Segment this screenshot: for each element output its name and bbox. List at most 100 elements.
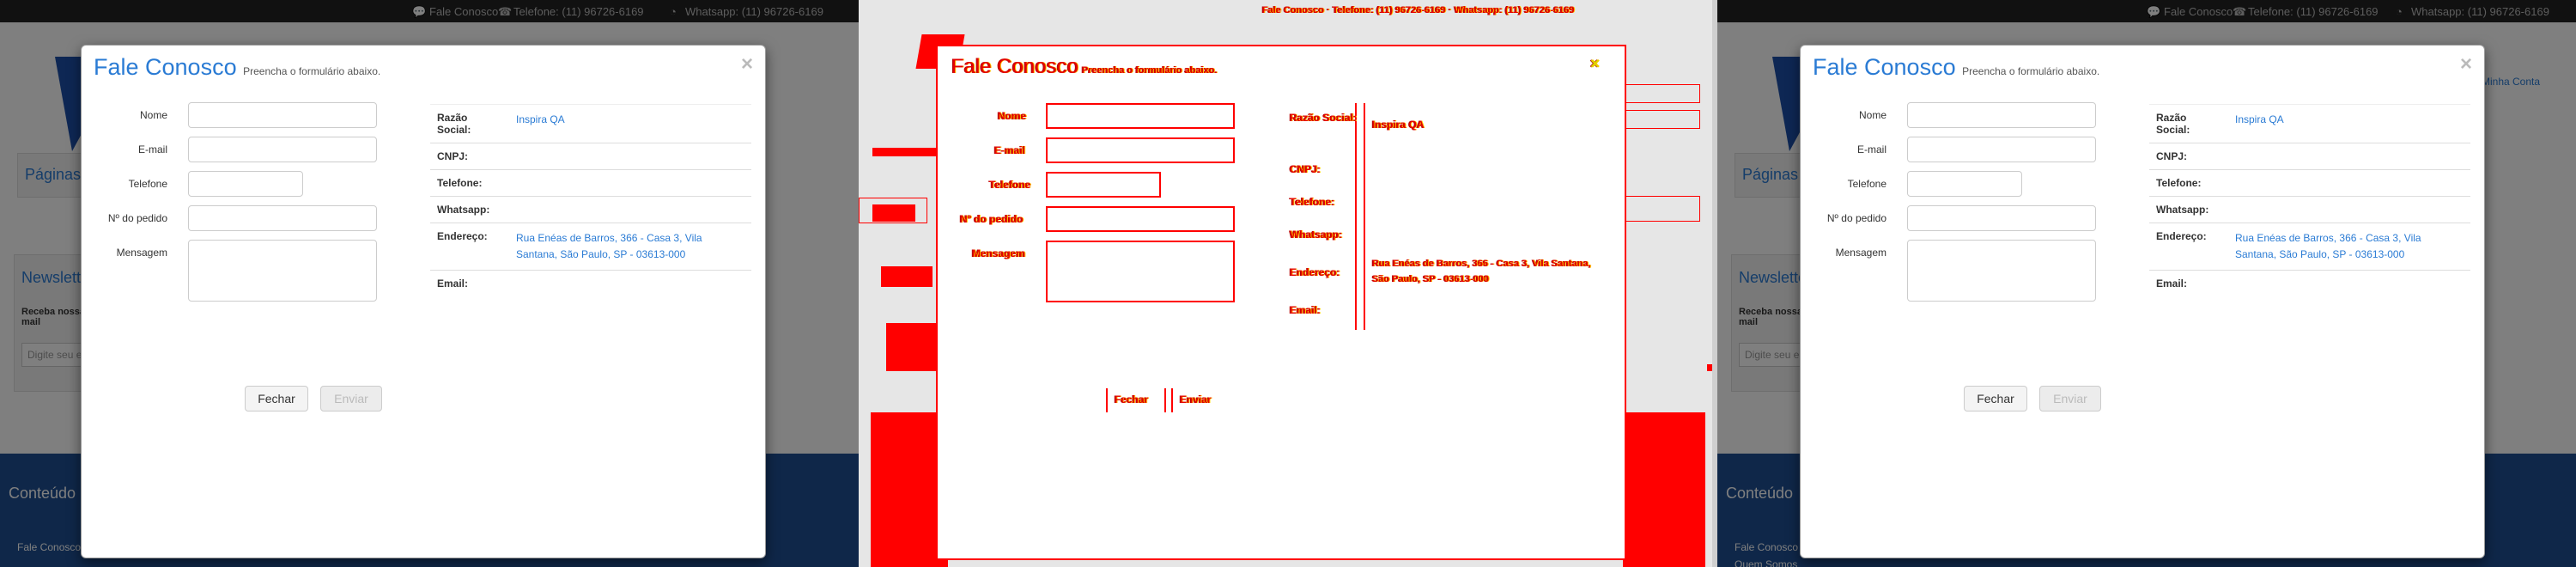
modal-title: Fale Conosco Preencha o formulário abaix… — [1813, 54, 2099, 81]
panel-diff: Fale Conosco · Telefone: (11) 96726-6169… — [859, 0, 1717, 567]
send-button[interactable]: Enviar — [2039, 386, 2101, 412]
table-row: Razão Social: Inspira QA — [430, 104, 751, 143]
phone-input[interactable] — [1907, 171, 2022, 197]
info-value: Inspira QA — [509, 104, 751, 143]
diff-btn-edge — [1171, 388, 1173, 412]
info-key: Razão Social: — [430, 104, 509, 143]
diff-news-input — [886, 323, 938, 371]
modal-header: Fale Conosco Preencha o formulário abaix… — [82, 46, 765, 83]
diff-info-key: Telefone: — [1290, 196, 1335, 208]
name-label: Nome — [1858, 109, 1886, 121]
info-value — [2228, 196, 2470, 223]
company-info-table: Razão Social: Inspira QA CNPJ: Telefone: … — [430, 104, 751, 296]
modal-header: Fale Conosco Preencha o formulário abaix… — [1801, 46, 2484, 83]
diff-outline — [1621, 196, 1700, 222]
diff-outline — [1621, 84, 1700, 103]
email-label: E-mail — [137, 143, 167, 155]
email-input[interactable] — [1907, 137, 2096, 162]
diff-info-key: CNPJ: — [1290, 163, 1321, 175]
diff-outline — [1621, 110, 1700, 129]
panel-expected: 💬 Fale Conosco ☎ Telefone: (11) 96726-61… — [1717, 0, 2576, 567]
name-input[interactable] — [188, 102, 377, 128]
diff-name-label: Nome — [998, 110, 1027, 122]
diff-info-key: Whatsapp: — [1290, 229, 1343, 241]
diff-info-key: Razão Social: — [1290, 112, 1358, 124]
info-key: Whatsapp: — [2149, 196, 2228, 223]
panel-baseline: 💬 Fale Conosco ☎ Telefone: (11) 96726-61… — [0, 0, 859, 567]
phone-input[interactable] — [188, 171, 303, 197]
info-value — [509, 196, 751, 223]
diff-phone-input — [1046, 172, 1161, 198]
info-key: Email: — [430, 270, 509, 296]
info-value — [2228, 270, 2470, 296]
contact-modal: Fale Conosco Preencha o formulário abaix… — [81, 45, 766, 558]
table-row: CNPJ: — [430, 143, 751, 170]
modal-subtitle: Preencha o formulário abaixo. — [243, 65, 381, 77]
table-row: Email: — [430, 270, 751, 296]
close-button[interactable]: Fechar — [245, 386, 308, 412]
company-info-table: Razão Social: Inspira QA CNPJ: Telefone: … — [2149, 104, 2470, 296]
info-key: Endereço: — [2149, 223, 2228, 271]
diff-email-label: E-mail — [994, 144, 1026, 156]
diff-outline — [859, 198, 927, 223]
info-key: CNPJ: — [430, 143, 509, 170]
diff-info-key: Email: — [1290, 304, 1321, 316]
modal-title-text: Fale Conosco — [1813, 54, 1956, 80]
name-input[interactable] — [1907, 102, 2096, 128]
info-key: Razão Social: — [2149, 104, 2228, 143]
diff-topbar-contact: Fale Conosco — [1262, 5, 1325, 15]
name-label: Nome — [139, 109, 167, 121]
email-input[interactable] — [188, 137, 377, 162]
diff-email-input — [1046, 137, 1235, 163]
diff-news-title — [881, 266, 933, 287]
table-row: Whatsapp: — [430, 196, 751, 223]
order-input[interactable] — [1907, 205, 2096, 231]
diff-close-icon: × — [1590, 55, 1600, 72]
phone-label: Telefone — [128, 178, 167, 190]
table-row: CNPJ: — [2149, 143, 2470, 170]
order-label: Nº do pedido — [1826, 212, 1886, 224]
diff-info-key: Endereço: — [1290, 266, 1340, 278]
diff-send-button: Enviar — [1180, 393, 1212, 405]
diff-topbar-whatsapp: Whatsapp: (11) 96726-6169 — [1454, 5, 1575, 15]
diff-close-button: Fechar — [1115, 393, 1149, 405]
message-label: Mensagem — [1835, 247, 1886, 259]
info-value — [509, 169, 751, 197]
diff-phone-label: Telefone — [989, 179, 1031, 191]
info-value: Inspira QA — [2228, 104, 2470, 143]
table-row: Razão Social: Inspira QA — [2149, 104, 2470, 143]
diff-message-label: Mensagem — [972, 247, 1026, 259]
diff-btn-edge — [1106, 388, 1108, 412]
table-row: Endereço: Rua Enéas de Barros, 366 - Casa… — [2149, 223, 2470, 271]
diff-message-input — [1046, 241, 1235, 302]
modal-title: Fale Conosco Preencha o formulário abaix… — [94, 54, 380, 81]
diff-footer-right — [1623, 412, 1705, 567]
diff-topbar-phone: Telefone: (11) 96726-6169 — [1332, 5, 1446, 15]
email-label: E-mail — [1856, 143, 1886, 155]
phone-label: Telefone — [1847, 178, 1886, 190]
info-value — [2228, 169, 2470, 197]
send-button[interactable]: Enviar — [320, 386, 382, 412]
table-row: Endereço: Rua Enéas de Barros, 366 - Casa… — [430, 223, 751, 271]
close-icon[interactable]: × — [2460, 52, 2472, 76]
table-row: Telefone: — [2149, 169, 2470, 197]
message-textarea[interactable] — [188, 240, 377, 302]
info-key: Telefone: — [430, 169, 509, 197]
diff-topbar-text: Fale Conosco · Telefone: (11) 96726-6169… — [1262, 5, 1575, 15]
info-key: CNPJ: — [2149, 143, 2228, 170]
message-textarea[interactable] — [1907, 240, 2096, 302]
info-value — [2228, 143, 2470, 170]
diff-name-input — [1046, 103, 1235, 129]
info-key: Email: — [2149, 270, 2228, 296]
table-row: Telefone: — [430, 169, 751, 197]
close-button[interactable]: Fechar — [1964, 386, 2027, 412]
table-row: Whatsapp: — [2149, 196, 2470, 223]
close-icon[interactable]: × — [741, 52, 753, 76]
diff-modal-subtitle: Preencha o formulário abaixo. — [1082, 65, 1218, 76]
info-key: Whatsapp: — [430, 196, 509, 223]
order-input[interactable] — [188, 205, 377, 231]
info-key: Telefone: — [2149, 169, 2228, 197]
table-row: Email: — [2149, 270, 2470, 296]
diff-modal: Fale Conosco Preencha o formulário abaix… — [936, 45, 1626, 560]
diff-info-value: Rua Enéas de Barros, 366 - Casa 3, Vila … — [1372, 259, 1591, 284]
